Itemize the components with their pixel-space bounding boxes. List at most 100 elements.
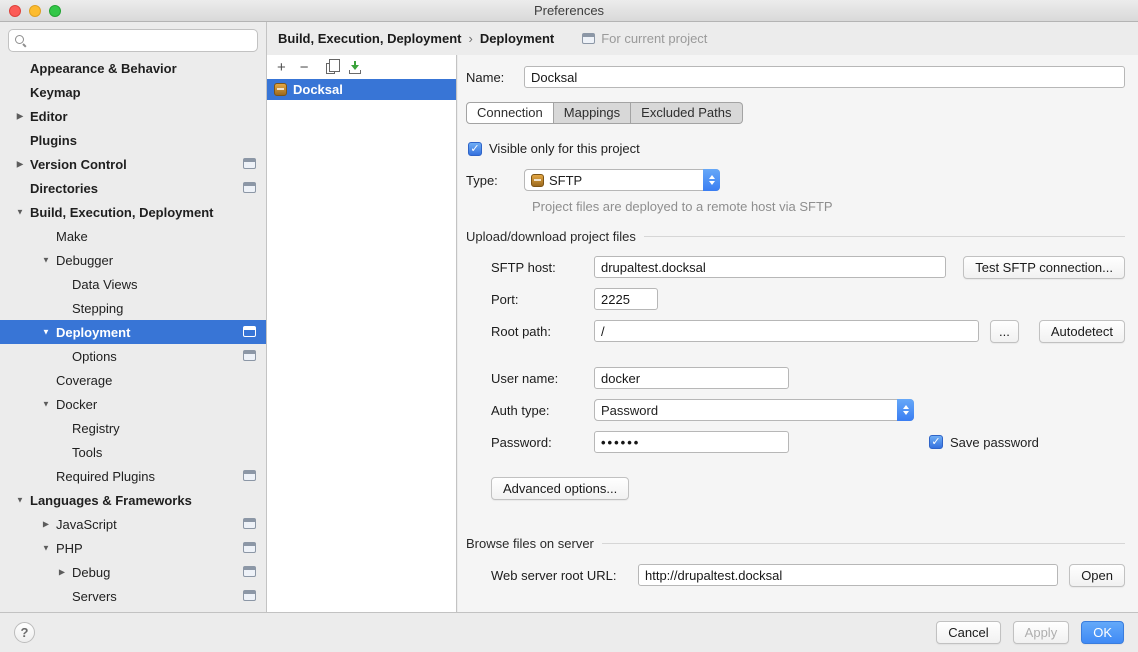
project-settings-icon <box>243 566 256 577</box>
sidebar-item-label: JavaScript <box>0 517 117 532</box>
sidebar-item-options[interactable]: Options <box>0 344 266 368</box>
sidebar-item-build-execution-deployment[interactable]: ▼Build, Execution, Deployment <box>0 200 266 224</box>
tab-excluded-paths[interactable]: Excluded Paths <box>631 102 742 124</box>
remove-button[interactable]: − <box>300 60 309 75</box>
name-label: Name: <box>466 70 524 85</box>
sidebar-item-tools[interactable]: Tools <box>0 440 266 464</box>
import-button[interactable] <box>349 61 362 74</box>
password-input[interactable]: •••••• <box>594 431 789 453</box>
sidebar-item-debug[interactable]: ▶Debug <box>0 560 266 584</box>
chevron-right-icon[interactable]: ▶ <box>40 519 52 528</box>
web-root-input[interactable]: http://drupaltest.docksal <box>638 564 1058 586</box>
sidebar-item-registry[interactable]: Registry <box>0 416 266 440</box>
minimize-button[interactable] <box>29 5 41 17</box>
sidebar-item-editor[interactable]: ▶Editor <box>0 104 266 128</box>
chevron-down-icon[interactable]: ▼ <box>14 207 26 216</box>
root-path-label: Root path: <box>491 324 594 339</box>
chevron-down-icon[interactable]: ▼ <box>40 543 52 552</box>
sidebar-item-languages-frameworks[interactable]: ▼Languages & Frameworks <box>0 488 266 512</box>
sidebar-item-label: Deployment <box>0 325 130 340</box>
web-root-row: Web server root URL: http://drupaltest.d… <box>466 563 1125 587</box>
sidebar-item-label: Plugins <box>0 133 77 148</box>
chevron-down-icon[interactable]: ▼ <box>40 327 52 336</box>
help-button[interactable]: ? <box>14 622 35 643</box>
sidebar-item-label: Data Views <box>0 277 138 292</box>
sidebar-item-label: Coverage <box>0 373 112 388</box>
tab-connection[interactable]: Connection <box>466 102 554 124</box>
zoom-button[interactable] <box>49 5 61 17</box>
window-title: Preferences <box>0 0 1138 21</box>
name-row: Name: Docksal <box>466 65 1125 89</box>
settings-tree: Appearance & Behavior Keymap ▶Editor Plugin… <box>0 56 266 608</box>
sidebar-item-label: Languages & Frameworks <box>0 493 192 508</box>
breadcrumb-parent[interactable]: Build, Execution, Deployment <box>278 31 461 46</box>
auth-type-value: Password <box>601 403 658 418</box>
chevron-right-icon[interactable]: ▶ <box>14 159 26 168</box>
dropdown-stepper-icon <box>703 169 720 191</box>
close-button[interactable] <box>9 5 21 17</box>
breadcrumb-bar: Build, Execution, Deployment › Deploymen… <box>267 22 1138 55</box>
add-button[interactable]: + <box>277 60 286 75</box>
advanced-options-button[interactable]: Advanced options... <box>491 477 629 500</box>
tab-mappings[interactable]: Mappings <box>554 102 631 124</box>
settings-search[interactable] <box>8 29 258 52</box>
sidebar-item-label: Build, Execution, Deployment <box>0 205 213 220</box>
cancel-button[interactable]: Cancel <box>936 621 1000 644</box>
chevron-right-icon[interactable]: ▶ <box>14 111 26 120</box>
chevron-down-icon[interactable]: ▼ <box>40 399 52 408</box>
traffic-lights <box>9 5 61 17</box>
name-input[interactable]: Docksal <box>524 66 1125 88</box>
sftp-host-label: SFTP host: <box>491 260 594 275</box>
chevron-down-icon[interactable]: ▼ <box>14 495 26 504</box>
copy-button[interactable] <box>323 61 335 74</box>
sftp-host-input[interactable]: drupaltest.docksal <box>594 256 946 278</box>
sidebar-item-required-plugins[interactable]: Required Plugins <box>0 464 266 488</box>
sidebar-item-label: Make <box>0 229 88 244</box>
browse-root-path-button[interactable]: ... <box>990 320 1019 343</box>
sidebar-item-label: Appearance & Behavior <box>0 61 177 76</box>
apply-button[interactable]: Apply <box>1013 621 1070 644</box>
sidebar-item-version-control[interactable]: ▶Version Control <box>0 152 266 176</box>
type-value: SFTP <box>549 173 582 188</box>
root-path-input[interactable]: / <box>594 320 979 342</box>
sidebar-item-servers[interactable]: Servers <box>0 584 266 608</box>
project-settings-icon <box>243 182 256 193</box>
server-item-label: Docksal <box>293 82 343 97</box>
sidebar-item-plugins[interactable]: Plugins <box>0 128 266 152</box>
save-password-checkbox[interactable]: Save password <box>929 435 1039 450</box>
autodetect-button[interactable]: Autodetect <box>1039 320 1125 343</box>
sidebar-item-keymap[interactable]: Keymap <box>0 80 266 104</box>
auth-type-select[interactable]: Password <box>594 399 914 421</box>
sidebar-item-directories[interactable]: Directories <box>0 176 266 200</box>
port-input[interactable]: 2225 <box>594 288 658 310</box>
project-settings-icon <box>243 518 256 529</box>
ok-button[interactable]: OK <box>1081 621 1124 644</box>
open-button[interactable]: Open <box>1069 564 1125 587</box>
type-select[interactable]: SFTP <box>524 169 720 191</box>
search-input[interactable] <box>31 33 251 48</box>
sidebar-item-debugger[interactable]: ▼Debugger <box>0 248 266 272</box>
port-value: 2225 <box>601 292 630 307</box>
sidebar-item-make[interactable]: Make <box>0 224 266 248</box>
sidebar-item-appearance-behavior[interactable]: Appearance & Behavior <box>0 56 266 80</box>
sidebar-item-label: Stepping <box>0 301 123 316</box>
sftp-host-value: drupaltest.docksal <box>601 260 706 275</box>
sidebar-item-docker[interactable]: ▼Docker <box>0 392 266 416</box>
test-sftp-connection-button[interactable]: Test SFTP connection... <box>963 256 1125 279</box>
server-item-docksal[interactable]: Docksal <box>267 79 456 100</box>
user-name-input[interactable]: docker <box>594 367 789 389</box>
checkbox-checked-icon <box>929 435 943 449</box>
chevron-down-icon[interactable]: ▼ <box>40 255 52 264</box>
sidebar-item-stepping[interactable]: Stepping <box>0 296 266 320</box>
sidebar-item-coverage[interactable]: Coverage <box>0 368 266 392</box>
chevron-right-icon[interactable]: ▶ <box>56 567 68 576</box>
import-icon <box>349 61 362 74</box>
sidebar-item-deployment[interactable]: ▼Deployment <box>0 320 266 344</box>
sidebar-item-data-views[interactable]: Data Views <box>0 272 266 296</box>
sidebar-item-label: Keymap <box>0 85 81 100</box>
scope-indicator: For current project <box>582 31 707 46</box>
sidebar-item-javascript[interactable]: ▶JavaScript <box>0 512 266 536</box>
visible-project-checkbox[interactable]: Visible only for this project <box>468 141 1125 156</box>
sidebar-item-php[interactable]: ▼PHP <box>0 536 266 560</box>
port-row: Port: 2225 <box>466 287 1125 311</box>
